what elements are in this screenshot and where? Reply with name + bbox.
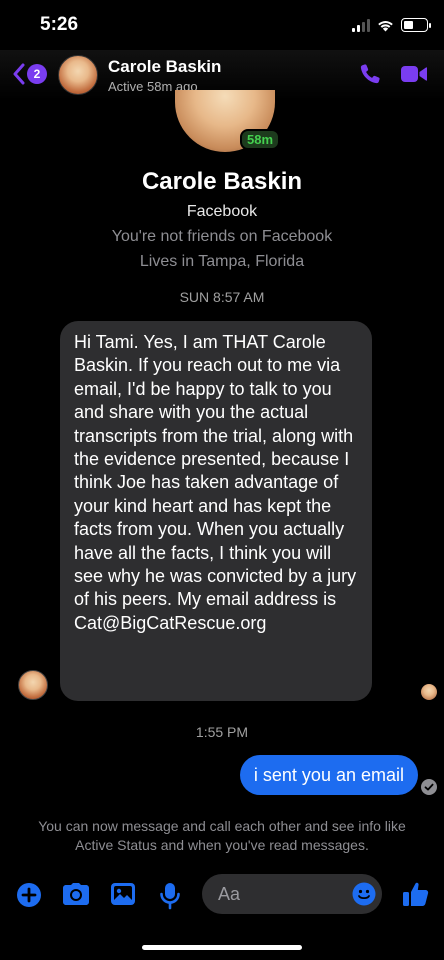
message-composer <box>0 870 444 920</box>
battery-icon <box>401 18 431 32</box>
connection-info-text: You can now message and call each other … <box>38 818 406 853</box>
back-button[interactable]: 2 <box>12 63 47 85</box>
video-call-button[interactable] <box>400 64 428 89</box>
thumbs-up-icon <box>403 882 429 906</box>
plus-circle-icon <box>17 883 41 907</box>
more-actions-button[interactable] <box>16 882 42 913</box>
call-button[interactable] <box>358 62 382 91</box>
outgoing-message-bubble[interactable]: i sent you an email <box>239 755 418 795</box>
phone-icon <box>360 64 380 84</box>
microphone-icon <box>160 883 180 910</box>
wifi-icon <box>378 20 393 31</box>
gallery-button[interactable] <box>110 882 136 911</box>
status-icons <box>352 18 431 32</box>
status-bar: 5:26 <box>0 0 444 50</box>
friend-status: You're not friends on Facebook <box>111 228 333 245</box>
active-time-badge: 58m <box>240 129 281 150</box>
unread-badge: 2 <box>27 64 47 84</box>
voice-message-button[interactable] <box>159 882 181 915</box>
contact-avatar[interactable] <box>58 55 98 95</box>
signal-icon <box>352 18 370 32</box>
message-timestamp: 1:55 PM <box>195 724 249 740</box>
home-indicator[interactable] <box>142 945 302 950</box>
camera-icon <box>63 883 89 905</box>
sender-avatar[interactable] <box>18 670 48 700</box>
profile-name: Carole Baskin <box>141 168 303 195</box>
incoming-message-bubble[interactable]: Hi Tami. Yes, I am THAT Carole Baskin. I… <box>60 321 372 701</box>
emoji-icon <box>352 882 376 906</box>
read-receipt-avatar <box>421 684 437 700</box>
profile-location: Lives in Tampa, Florida <box>139 253 305 270</box>
message-timestamp: SUN 8:57 AM <box>179 289 265 305</box>
contact-name[interactable]: Carole Baskin <box>108 57 221 77</box>
chevron-left-icon <box>13 63 25 85</box>
profile-source: Facebook <box>186 203 258 220</box>
status-time: 5:26 <box>40 14 79 35</box>
emoji-button[interactable] <box>352 882 376 911</box>
photo-icon <box>111 883 135 905</box>
check-circle-icon <box>421 779 437 800</box>
video-camera-icon <box>401 66 427 82</box>
camera-button[interactable] <box>62 882 90 911</box>
like-button[interactable] <box>402 880 430 913</box>
